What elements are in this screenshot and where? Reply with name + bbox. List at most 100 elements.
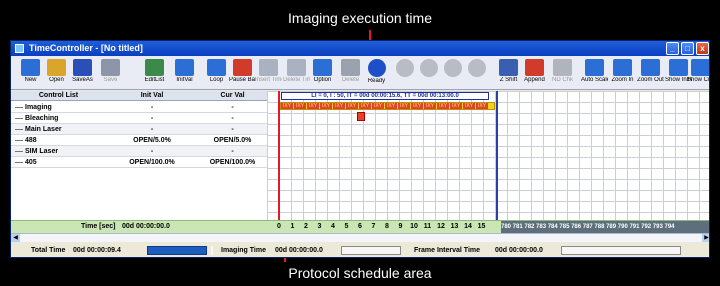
new-button[interactable]: New	[17, 58, 44, 89]
horizontal-scrollbar[interactable]: ◀ ▶	[11, 233, 709, 242]
loop-button[interactable]: Loop	[203, 58, 230, 89]
imaging-cell[interactable]: IXY	[463, 103, 475, 109]
tree-connector	[15, 118, 23, 119]
imaging-cell[interactable]: IXY	[281, 103, 293, 109]
list-item[interactable]: Main Laser - -	[11, 124, 267, 135]
time-tick: 2	[304, 223, 308, 230]
control-name: Bleaching	[25, 115, 59, 122]
tree-connector	[15, 140, 23, 141]
time-ticks-right: 780 781 782 783 784 785 786 787 788 789 …	[501, 221, 709, 233]
auto-scale-button[interactable]: Auto Scale	[581, 58, 608, 89]
time-tick: 7	[371, 223, 376, 230]
imaging-cell[interactable]: IXY	[320, 103, 332, 109]
run-indicator-button	[415, 58, 442, 89]
time-tick: 15	[477, 223, 486, 230]
initval-button[interactable]: InitVal	[171, 58, 198, 89]
option-button[interactable]: Option	[309, 58, 336, 89]
imaging-execution-timeline[interactable]: LI = 0, I : 50, IT = 00d 00:00:15.6, TT …	[281, 92, 489, 100]
close-button[interactable]: x	[696, 42, 709, 55]
ready-button[interactable]: Ready	[363, 58, 390, 89]
maximize-button[interactable]: □	[681, 42, 694, 55]
bleaching-block[interactable]	[357, 112, 365, 121]
zoom-out-button[interactable]: Zoom Out	[637, 58, 664, 89]
imaging-cell[interactable]: IXY	[385, 103, 397, 109]
auto-scale-icon	[585, 59, 604, 76]
loop-icon	[207, 59, 226, 76]
scroll-right-icon[interactable]: ▶	[702, 234, 709, 242]
imaging-execution-block[interactable]: IXY IXY IXY IXY IXY IXY IXY IXY IXY IXY IXY IXY IXY I…	[280, 102, 495, 110]
z-shift-icon	[499, 59, 518, 76]
zoom-in-button[interactable]: Zoom In	[609, 58, 636, 89]
imaging-cell[interactable]: IXY	[346, 103, 358, 109]
caption-imaging-execution-time: Imaging execution time	[288, 10, 432, 26]
delete-time-icon	[287, 59, 306, 76]
scroll-left-icon[interactable]: ◀	[11, 234, 20, 242]
toolbar-button-label: Z Shift	[499, 77, 518, 83]
z-shift-button[interactable]: Z Shift	[495, 58, 522, 89]
schedule-visible-frame	[278, 91, 498, 233]
show-curval-button[interactable]: Show CurVal	[687, 58, 709, 89]
pause-bar-button[interactable]: Pause Bar	[229, 58, 256, 89]
title-bar[interactable]: TimeController - [No titled] _ □ x	[11, 41, 709, 56]
run-indicator-icon	[419, 59, 438, 77]
show-cur-val-icon	[691, 59, 709, 76]
editlist-button[interactable]: EditList	[141, 58, 168, 89]
save-as-icon	[73, 59, 92, 76]
save-button: Save	[97, 58, 124, 89]
open-folder-icon	[47, 59, 66, 76]
protocol-schedule-area[interactable]: LI = 0, I : 50, IT = 00d 00:00:15.6, TT …	[267, 91, 709, 233]
pause-bar-icon	[233, 59, 252, 76]
imaging-cell[interactable]: IXY	[476, 103, 488, 109]
minimize-button[interactable]: _	[666, 42, 679, 55]
toolbar-button-label: EditList	[144, 77, 165, 83]
divider	[211, 246, 213, 255]
list-item[interactable]: Bleaching - -	[11, 113, 267, 124]
list-item[interactable]: 488 OPEN/5.0% OPEN/5.0%	[11, 135, 267, 146]
toolbar-button-label: Delete	[341, 77, 360, 83]
init-val-cell: OPEN/100.0%	[129, 159, 175, 166]
control-name: 405	[25, 159, 37, 166]
toolbar-button-label: Insert Time	[255, 77, 282, 83]
delete-button: Delete	[337, 58, 364, 89]
show-init-val-icon	[669, 59, 688, 76]
time-tick: 1	[290, 223, 295, 230]
imaging-cell[interactable]: IXY	[294, 103, 306, 109]
run-indicator-icon	[395, 59, 414, 77]
list-item[interactable]: 405 OPEN/100.0% OPEN/100.0%	[11, 157, 267, 168]
imaging-cell[interactable]: IXY	[372, 103, 384, 109]
append-button[interactable]: Append	[521, 58, 548, 89]
time-tick: 10	[410, 223, 418, 230]
frame-interval-value: 00d 00:00:00.0	[495, 247, 543, 254]
time-axis-row: Time [sec] 00d 00:00:00.0 0 1 2 3 4 5 6 7 8 9 10 11…	[11, 220, 709, 233]
time-tick: 4	[331, 223, 335, 230]
option-icon	[313, 59, 332, 76]
ready-icon	[367, 59, 386, 77]
imaging-cell[interactable]: IXY	[307, 103, 319, 109]
tree-connector	[15, 151, 23, 152]
header-init-val: Init Val	[140, 92, 164, 99]
imaging-cell[interactable]: IXY	[333, 103, 345, 109]
frame-interval-field	[561, 246, 681, 255]
list-item[interactable]: SIM Laser - -	[11, 146, 267, 157]
open-button[interactable]: Open	[43, 58, 70, 89]
imaging-cell[interactable]: IXY	[424, 103, 436, 109]
saveas-button[interactable]: SaveAs	[69, 58, 96, 89]
new-file-icon	[21, 59, 40, 76]
imaging-cell[interactable]: IXY	[359, 103, 371, 109]
toolbar-button-label: Zoom In	[611, 77, 634, 83]
toolbar: New Open SaveAs Save EditList InitVal Loop Paus…	[11, 56, 709, 90]
zoom-in-icon	[613, 59, 632, 76]
window-title: TimeController - [No titled]	[29, 43, 143, 53]
imaging-cell[interactable]: IXY	[437, 103, 449, 109]
frame-interval-label: Frame Interval Time	[414, 247, 481, 254]
cur-val-cell: -	[231, 126, 234, 133]
time-tick: 5	[344, 223, 349, 230]
caption-protocol-schedule-area: Protocol schedule area	[288, 265, 432, 281]
imaging-cell[interactable]: IXY	[398, 103, 410, 109]
imaging-cell[interactable]: IXY	[411, 103, 423, 109]
imaging-cell[interactable]: IXY	[450, 103, 462, 109]
list-item[interactable]: Imaging - -	[11, 102, 267, 113]
toolbar-button-label: Delete Time	[283, 77, 310, 83]
header-control-list: Control List	[38, 92, 79, 99]
init-val-cell: -	[150, 148, 154, 155]
